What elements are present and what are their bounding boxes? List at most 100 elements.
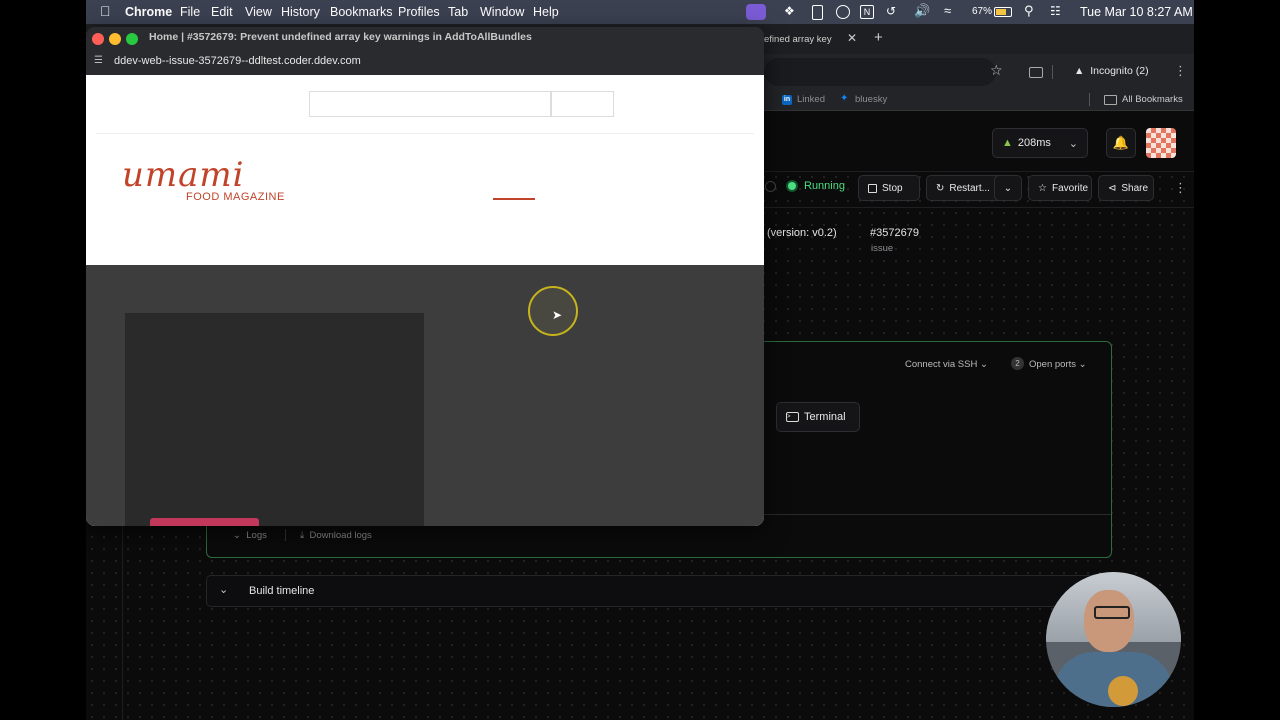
terminal-button[interactable]: > Terminal: [776, 402, 860, 432]
menu-window[interactable]: Window: [480, 5, 524, 19]
download-logs-button[interactable]: ⤓ Download logs: [300, 530, 372, 541]
share-icon: ⊲: [1108, 182, 1117, 194]
site-search-input[interactable]: [309, 91, 551, 117]
menu-profiles[interactable]: Profiles: [398, 5, 440, 19]
restart-options-button[interactable]: ⌄: [994, 175, 1022, 201]
latency-button[interactable]: ▲ 208ms ⌄: [992, 128, 1088, 158]
stop-label: Stop: [882, 182, 903, 194]
control-center-icon[interactable]: ☷: [1050, 4, 1061, 18]
new-tab-icon[interactable]: +: [874, 29, 883, 46]
chevron-down-icon: ⌄: [1068, 137, 1078, 150]
connect-ssh-dropdown[interactable]: Connect via SSH ⌄: [905, 359, 988, 370]
address-bar[interactable]: [764, 58, 996, 86]
menu-datetime[interactable]: Tue Mar 10 8:27 AM: [1080, 5, 1193, 19]
umami-logo-word: umami: [122, 155, 245, 195]
bookmarks-divider: [1089, 93, 1090, 106]
issue-label: issue: [871, 243, 894, 254]
open-ports-label: Open ports: [1029, 359, 1076, 370]
notifications-button[interactable]: 🔔: [1106, 128, 1136, 158]
onepassword-icon[interactable]: [836, 5, 850, 19]
logs-divider: [285, 529, 286, 541]
menu-help[interactable]: Help: [533, 5, 559, 19]
linkedin-icon: in: [782, 95, 792, 105]
download-logs-label: Download logs: [309, 530, 372, 541]
header-divider: [96, 133, 754, 134]
bookmark-bluesky[interactable]: bluesky: [855, 94, 887, 105]
menu-file[interactable]: File: [180, 5, 200, 19]
incognito-label: Incognito (2): [1090, 65, 1149, 77]
menu-history[interactable]: History: [281, 5, 320, 19]
open-ports-dropdown[interactable]: Open ports ⌄: [1029, 359, 1087, 370]
issue-number: #3572679: [870, 227, 919, 239]
share-label: Share: [1121, 182, 1149, 194]
umami-browser-window: Home | #3572679: Prevent undefined array…: [86, 27, 764, 526]
build-timeline-panel[interactable]: ⌄ Build timeline: [206, 575, 1112, 607]
restart-label: Restart...: [949, 182, 990, 194]
favorite-button[interactable]: ☆ Favorite: [1028, 175, 1092, 201]
incognito-button[interactable]: ▲ Incognito (2): [1074, 65, 1149, 77]
battery-icon[interactable]: [994, 7, 1012, 17]
dropbox-icon[interactable]: ❖: [784, 4, 795, 18]
favorite-label: Favorite: [1051, 182, 1089, 194]
all-bookmarks[interactable]: All Bookmarks: [1122, 94, 1183, 105]
bluesky-icon: ✦: [840, 93, 849, 104]
share-button[interactable]: ⊲ Share: [1098, 175, 1154, 201]
stop-icon: [868, 183, 877, 193]
nav-active-indicator: [493, 198, 535, 200]
overlay-url[interactable]: ddev-web--issue-3572679--ddltest.coder.d…: [114, 55, 361, 67]
cast-icon[interactable]: [1029, 67, 1043, 78]
notion-icon[interactable]: N: [860, 5, 874, 19]
status-dot: [788, 182, 796, 190]
apple-menu-icon[interactable]: : [100, 3, 111, 19]
battery-percent: 67%: [972, 6, 993, 17]
zoom-window-icon[interactable]: [126, 33, 138, 45]
hero-section: ➤: [86, 265, 764, 526]
mouse-pointer-icon: ➤: [552, 308, 563, 322]
menu-app-name[interactable]: Chrome: [125, 5, 172, 19]
logs-label: Logs: [246, 530, 267, 541]
build-timeline-label: Build timeline: [249, 585, 315, 597]
status-running: Running: [804, 180, 845, 192]
tab-partial-title[interactable]: efined array key: [764, 34, 832, 45]
search-icon[interactable]: ⚲: [1024, 3, 1034, 19]
overlay-titlebar: Home | #3572679: Prevent undefined array…: [86, 27, 764, 75]
time-machine-icon[interactable]: ↺: [886, 4, 896, 18]
site-info-icon[interactable]: ☰: [94, 55, 103, 66]
stop-button[interactable]: Stop: [858, 175, 920, 201]
restart-icon: ↻: [936, 182, 945, 194]
latency-value: 208ms: [1017, 137, 1051, 149]
hero-button[interactable]: [150, 518, 259, 526]
browser-menu-icon[interactable]: ⋮: [1174, 63, 1187, 79]
menu-tab[interactable]: Tab: [448, 5, 468, 19]
menu-edit[interactable]: Edit: [211, 5, 233, 19]
terminal-icon: >: [786, 412, 799, 422]
site-search-button[interactable]: [551, 91, 614, 117]
more-options-icon[interactable]: ⋮: [1174, 180, 1187, 196]
clipboard-icon[interactable]: [812, 5, 823, 20]
latency-icon: ▲: [1002, 137, 1013, 149]
umami-page: umami FOOD MAGAZINE ➤: [86, 75, 764, 526]
volume-icon[interactable]: 🔊: [914, 3, 930, 19]
close-tab-icon[interactable]: ✕: [847, 31, 857, 45]
wifi-icon[interactable]: ≈: [944, 3, 951, 18]
menu-view[interactable]: View: [245, 5, 272, 19]
close-window-icon[interactable]: [92, 33, 104, 45]
hero-card: [125, 313, 424, 526]
bookmark-linked[interactable]: Linked: [797, 94, 825, 105]
toolbar-divider: [1052, 65, 1053, 79]
logs-toggle[interactable]: ⌄ Logs: [233, 530, 267, 541]
overlay-window-title: Home | #3572679: Prevent undefined array…: [149, 31, 532, 43]
macos-menu-bar:  Chrome File Edit View History Bookmark…: [86, 0, 1194, 24]
open-ports-count: 2: [1011, 357, 1024, 370]
clock-icon: [765, 181, 776, 192]
page-left-border: [122, 511, 123, 720]
chevron-down-icon: ⌄: [219, 584, 229, 596]
screen-record-icon[interactable]: [746, 4, 766, 20]
minimize-window-icon[interactable]: [109, 33, 121, 45]
avatar[interactable]: [1146, 128, 1176, 158]
terminal-label: Terminal: [804, 411, 846, 423]
menu-bookmarks[interactable]: Bookmarks: [330, 5, 393, 19]
bookmark-star-icon[interactable]: ☆: [990, 62, 1003, 79]
template-version: (version: v0.2): [767, 227, 837, 239]
umami-logo[interactable]: umami FOOD MAGAZINE: [122, 155, 285, 203]
